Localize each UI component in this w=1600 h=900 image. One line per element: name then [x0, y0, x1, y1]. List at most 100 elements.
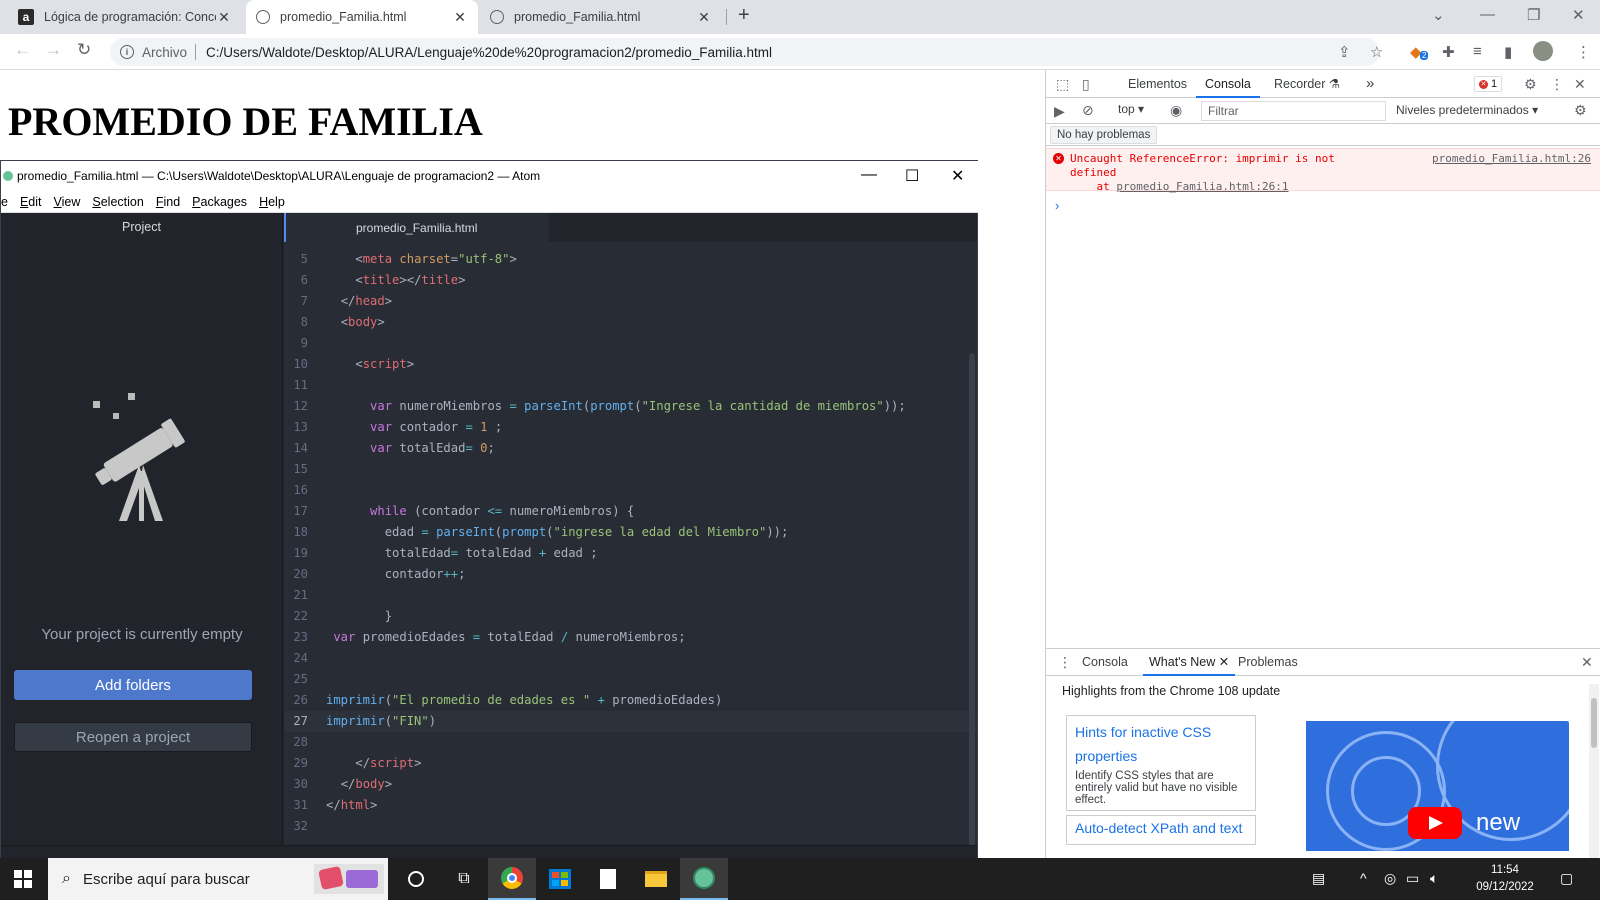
- close-drawer-icon[interactable]: ✕: [1581, 654, 1593, 671]
- webcam-icon[interactable]: ◎: [1384, 870, 1396, 887]
- code-line[interactable]: 24: [284, 648, 977, 669]
- console-prompt[interactable]: ›: [1055, 198, 1059, 213]
- new-tab-button[interactable]: +: [738, 4, 750, 27]
- menu-view[interactable]: View: [54, 195, 81, 209]
- card-title-link[interactable]: Hints for inactive CSS properties: [1075, 720, 1247, 768]
- code-line[interactable]: 19 totalEdad= totalEdad + edad ;: [284, 543, 977, 564]
- clear-console-icon[interactable]: ⊘: [1082, 102, 1094, 119]
- code-line[interactable]: 6 <title></title>: [284, 270, 977, 291]
- code-line[interactable]: 8 <body>: [284, 312, 977, 333]
- tab-consola[interactable]: Consola: [1196, 70, 1260, 98]
- side-panel-icon[interactable]: ▮: [1504, 43, 1512, 61]
- restore-icon[interactable]: ❐: [1527, 6, 1540, 24]
- atom-taskbar-icon[interactable]: [680, 858, 728, 900]
- code-line[interactable]: 15: [284, 459, 977, 480]
- code-line[interactable]: 10 <script>: [284, 354, 977, 375]
- store-taskbar-icon[interactable]: [536, 858, 584, 900]
- code-line[interactable]: 27 imprimir("FIN"): [284, 711, 977, 732]
- browser-tab-alura[interactable]: a Lógica de programación: Concep ✕: [8, 0, 242, 34]
- code-line[interactable]: 25: [284, 669, 977, 690]
- menu-packages[interactable]: Packages: [192, 195, 247, 209]
- code-line[interactable]: 28: [284, 732, 977, 753]
- code-editor[interactable]: promedio_Familia.html 5 <meta charset="u…: [284, 213, 977, 883]
- close-icon[interactable]: ✕: [1219, 655, 1229, 669]
- tab-elementos[interactable]: Elementos: [1128, 70, 1187, 98]
- timeline-icon[interactable]: ⧉: [440, 858, 488, 900]
- error-source-link[interactable]: promedio_Familia.html:26: [1432, 152, 1591, 165]
- drawer-tab-whats-new[interactable]: What's New ✕: [1143, 649, 1236, 676]
- code-line[interactable]: 23 var promedioEdades = totalEdad / nume…: [284, 627, 977, 648]
- close-icon[interactable]: ✕: [951, 166, 964, 186]
- code-line[interactable]: 30 </body>: [284, 774, 977, 795]
- inspect-element-icon[interactable]: ⬚: [1056, 76, 1069, 93]
- editor-tab-promedio[interactable]: promedio_Familia.html: [284, 213, 549, 242]
- youtube-play-icon[interactable]: [1408, 807, 1462, 839]
- minimize-icon[interactable]: —: [861, 166, 877, 184]
- code-line[interactable]: 7 </head>: [284, 291, 977, 312]
- menu-help[interactable]: Help: [259, 195, 285, 209]
- code-line[interactable]: 14 var totalEdad= 0;: [284, 438, 977, 459]
- reopen-project-button[interactable]: Reopen a project: [14, 722, 252, 752]
- file-explorer-icon[interactable]: [632, 858, 680, 900]
- document-taskbar-icon[interactable]: [584, 858, 632, 900]
- tab-search-icon[interactable]: ⌄: [1432, 6, 1445, 24]
- whats-new-card[interactable]: Auto-detect XPath and text: [1066, 815, 1256, 845]
- tab-recorder[interactable]: Recorder ⚗: [1274, 70, 1340, 98]
- console-settings-gear-icon[interactable]: ⚙: [1574, 102, 1587, 119]
- close-icon[interactable]: ✕: [696, 9, 712, 26]
- notification-icon[interactable]: ▢: [1560, 870, 1573, 887]
- metamask-icon[interactable]: ◆ 2: [1410, 43, 1429, 61]
- eye-icon[interactable]: ◉: [1170, 102, 1182, 119]
- menu-file[interactable]: e: [1, 195, 8, 209]
- taskbar-search-box[interactable]: ⌕ Escribe aquí para buscar: [48, 858, 388, 900]
- chevron-up-icon[interactable]: ^: [1360, 870, 1367, 886]
- issues-button[interactable]: No hay problemas: [1050, 126, 1158, 144]
- volume-icon[interactable]: 🔈︎: [1430, 870, 1438, 887]
- news-widget-icon[interactable]: ▤: [1312, 870, 1325, 887]
- add-folders-button[interactable]: Add folders: [14, 670, 252, 700]
- chrome-update-video-thumbnail[interactable]: new: [1306, 721, 1569, 851]
- task-view-icon[interactable]: [392, 858, 440, 900]
- code-line[interactable]: 26 imprimir("El promedio de edades es " +…: [284, 690, 977, 711]
- address-bar[interactable]: i Archivo C:/Users/Waldote/Desktop/ALURA…: [110, 38, 1380, 66]
- reading-list-icon[interactable]: ≡: [1473, 43, 1482, 60]
- info-icon[interactable]: i: [120, 45, 134, 59]
- code-line[interactable]: 20 contador++;: [284, 564, 977, 585]
- code-line[interactable]: 22 }: [284, 606, 977, 627]
- code-line[interactable]: 31 </html>: [284, 795, 977, 816]
- close-icon[interactable]: ✕: [1574, 76, 1586, 93]
- forward-icon[interactable]: →: [45, 40, 62, 60]
- drawer-menu-icon[interactable]: ⋮: [1058, 654, 1072, 671]
- log-levels-select[interactable]: Niveles predeterminados ▾: [1396, 103, 1538, 117]
- chrome-taskbar-icon[interactable]: [488, 858, 536, 900]
- code-line[interactable]: 13 var contador = 1 ;: [284, 417, 977, 438]
- stack-link[interactable]: promedio_Familia.html:26:1: [1116, 180, 1288, 193]
- windows-start-icon[interactable]: [14, 870, 32, 888]
- context-select[interactable]: top ▾: [1118, 102, 1144, 116]
- whats-new-card[interactable]: Hints for inactive CSS properties Identi…: [1066, 715, 1256, 811]
- gear-icon[interactable]: ⚙: [1524, 76, 1537, 93]
- device-toolbar-icon[interactable]: ▯: [1082, 76, 1090, 93]
- code-line[interactable]: 18 edad = parseInt(prompt("ingrese la ed…: [284, 522, 977, 543]
- console-error-message[interactable]: ✕ Uncaught ReferenceError: imprimir is n…: [1046, 148, 1600, 193]
- editor-scrollbar[interactable]: [969, 353, 975, 883]
- kebab-menu-icon[interactable]: ⋮: [1576, 43, 1591, 61]
- browser-tab-promedio-active[interactable]: promedio_Familia.html ✕: [246, 0, 478, 34]
- drawer-tab-consola[interactable]: Consola: [1082, 649, 1128, 676]
- close-icon[interactable]: ✕: [216, 9, 232, 26]
- code-line[interactable]: 5 <meta charset="utf-8">: [284, 249, 977, 270]
- back-icon[interactable]: ←: [14, 40, 31, 60]
- console-filter-input[interactable]: [1201, 101, 1386, 121]
- code-line[interactable]: 17 while (contador <= numeroMiembros) {: [284, 501, 977, 522]
- code-area[interactable]: 5 <meta charset="utf-8"> 6 <title></title…: [284, 249, 977, 845]
- menu-edit[interactable]: Edit: [20, 195, 42, 209]
- code-line[interactable]: 12 var numeroMiembros = parseInt(prompt(…: [284, 396, 977, 417]
- code-line[interactable]: 11: [284, 375, 977, 396]
- kebab-menu-icon[interactable]: ⋮: [1550, 76, 1564, 93]
- code-line[interactable]: 32: [284, 816, 977, 837]
- browser-tab-promedio[interactable]: promedio_Familia.html ✕: [480, 0, 722, 34]
- close-icon[interactable]: ✕: [452, 9, 468, 26]
- reload-icon[interactable]: ↻: [77, 40, 91, 60]
- error-count-badge[interactable]: ✕ 1: [1474, 76, 1503, 92]
- code-line[interactable]: 16: [284, 480, 977, 501]
